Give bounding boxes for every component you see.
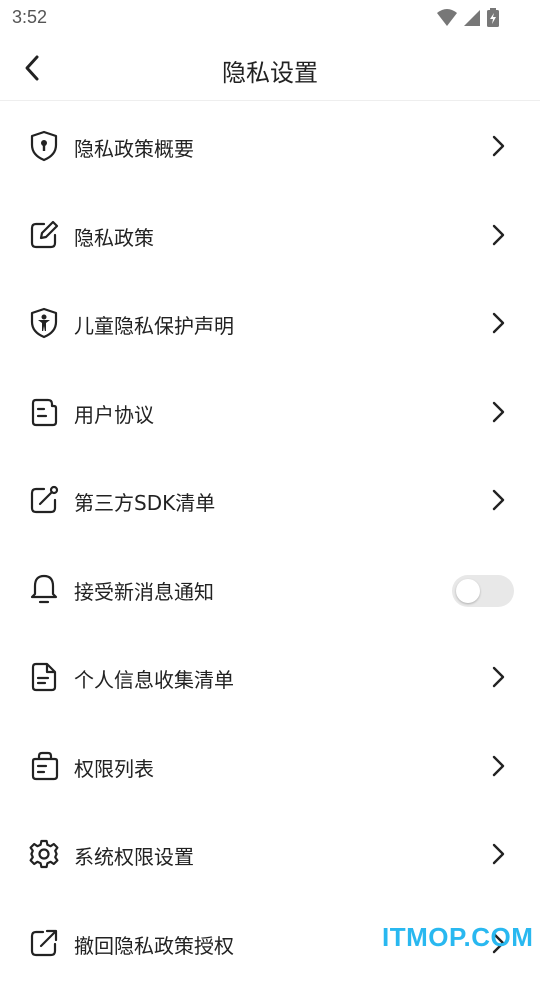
row-privacy-policy[interactable]: 隐私政策 bbox=[0, 191, 540, 280]
chevron-right-icon bbox=[490, 488, 506, 512]
bag-icon bbox=[28, 750, 60, 782]
share-out-icon bbox=[28, 927, 60, 959]
status-icons bbox=[436, 8, 500, 28]
gear-icon bbox=[28, 838, 60, 870]
wifi-icon bbox=[436, 8, 458, 28]
page-title: 隐私设置 bbox=[0, 53, 540, 88]
bell-icon bbox=[28, 573, 60, 605]
row-label: 权限列表 bbox=[74, 753, 154, 782]
row-label: 儿童隐私保护声明 bbox=[74, 310, 234, 339]
signal-icon bbox=[462, 8, 482, 28]
row-label: 个人信息收集清单 bbox=[74, 664, 234, 693]
row-label: 用户协议 bbox=[74, 399, 154, 428]
header: 隐私设置 bbox=[0, 36, 540, 101]
chevron-right-icon bbox=[490, 134, 506, 158]
chevron-right-icon bbox=[490, 400, 506, 424]
row-label: 接受新消息通知 bbox=[74, 576, 214, 605]
chevron-right-icon bbox=[490, 665, 506, 689]
child-shield-icon bbox=[28, 307, 60, 339]
row-user-agreement[interactable]: 用户协议 bbox=[0, 368, 540, 457]
chevron-right-icon bbox=[490, 754, 506, 778]
notification-toggle[interactable] bbox=[452, 575, 514, 607]
chevron-right-icon bbox=[490, 311, 506, 335]
chevron-right-icon bbox=[490, 223, 506, 247]
battery-icon bbox=[486, 8, 500, 28]
status-bar: 3:52 bbox=[0, 0, 540, 36]
row-label: 隐私政策 bbox=[74, 222, 154, 251]
settings-list: 隐私政策概要 隐私政策 儿童隐私保护声明 用户协议 bbox=[0, 102, 540, 987]
shield-lock-icon bbox=[28, 130, 60, 162]
toggle-knob bbox=[456, 579, 480, 603]
row-child-privacy[interactable]: 儿童隐私保护声明 bbox=[0, 279, 540, 368]
chevron-right-icon bbox=[490, 842, 506, 866]
status-time: 3:52 bbox=[12, 7, 47, 28]
row-personal-info-list[interactable]: 个人信息收集清单 bbox=[0, 633, 540, 722]
row-privacy-summary[interactable]: 隐私政策概要 bbox=[0, 102, 540, 191]
row-system-permissions[interactable]: 系统权限设置 bbox=[0, 810, 540, 899]
file-list-icon bbox=[28, 661, 60, 693]
external-edit-icon bbox=[28, 484, 60, 516]
row-label: 隐私政策概要 bbox=[74, 133, 194, 162]
edit-note-icon bbox=[28, 219, 60, 251]
watermark: ITMOP.COM bbox=[382, 922, 533, 953]
row-permission-list[interactable]: 权限列表 bbox=[0, 722, 540, 811]
row-third-party-sdk[interactable]: 第三方SDK清单 bbox=[0, 456, 540, 545]
row-label: 撤回隐私政策授权 bbox=[74, 930, 234, 959]
row-notifications: 接受新消息通知 bbox=[0, 545, 540, 634]
row-label: 系统权限设置 bbox=[74, 841, 194, 870]
document-icon bbox=[28, 396, 60, 428]
row-label: 第三方SDK清单 bbox=[74, 487, 215, 516]
